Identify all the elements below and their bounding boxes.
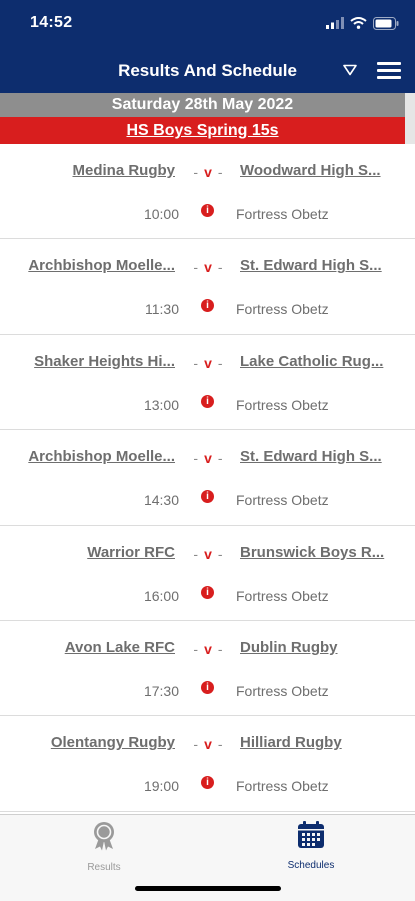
match-row: Archbishop Moelle... -v- St. Edward High… bbox=[0, 430, 415, 526]
kickoff-time: 13:00 bbox=[143, 396, 179, 413]
kickoff-time: 17:30 bbox=[143, 682, 179, 699]
venue-label: Fortress Obetz bbox=[236, 682, 329, 699]
filter-icon[interactable] bbox=[343, 64, 357, 76]
vs-letter: v bbox=[204, 450, 212, 467]
vs-dash-left: - bbox=[193, 450, 199, 467]
vs-dash-right: - bbox=[217, 450, 223, 467]
info-icon[interactable]: i bbox=[201, 776, 214, 790]
vs-dash-left: - bbox=[193, 640, 199, 657]
tab-results-label: Results bbox=[87, 862, 121, 873]
kickoff-time: 10:00 bbox=[143, 206, 179, 222]
venue-label: Fortress Obetz bbox=[236, 396, 329, 413]
hamburger-menu-icon[interactable] bbox=[377, 62, 403, 80]
vs-dash-right: - bbox=[217, 736, 223, 753]
vs-letter: v bbox=[204, 354, 212, 371]
vs-letter: v bbox=[204, 545, 212, 562]
versus-label: -v- bbox=[186, 546, 230, 562]
match-row: Shaker Heights Hi... -v- Lake Catholic R… bbox=[0, 335, 415, 431]
vs-dash-right: - bbox=[217, 545, 223, 562]
home-team-link[interactable]: Warrior RFC bbox=[5, 544, 175, 561]
match-row: Olentangy Rugby -v- Hilliard Rugby 19:00… bbox=[0, 716, 415, 812]
info-icon[interactable]: i bbox=[201, 204, 214, 217]
kickoff-time: 11:30 bbox=[145, 301, 179, 318]
match-row: Medina Rugby -v- Woodward High S... 10:0… bbox=[0, 144, 415, 240]
vs-dash-left: - bbox=[193, 164, 199, 180]
match-row: Warrior RFC -v- Brunswick Boys R... 16:0… bbox=[0, 526, 415, 621]
home-team-link[interactable]: Shaker Heights Hi... bbox=[5, 353, 175, 370]
award-ribbon-icon bbox=[94, 822, 114, 851]
vs-letter: v bbox=[204, 640, 212, 657]
versus-label: -v- bbox=[186, 259, 230, 275]
vs-dash-right: - bbox=[217, 259, 223, 276]
wifi-icon bbox=[350, 17, 367, 29]
home-team-link[interactable]: Olentangy Rugby bbox=[5, 734, 175, 751]
venue-label: Fortress Obetz bbox=[236, 778, 329, 795]
kickoff-time: 16:00 bbox=[143, 587, 179, 604]
match-row: Avon Lake RFC -v- Dublin Rugby 17:30 i F… bbox=[0, 621, 415, 717]
top-app-bar: 14:52 Results And Schedule bbox=[0, 0, 415, 93]
versus-label: -v- bbox=[186, 355, 230, 371]
vs-dash-right: - bbox=[217, 354, 223, 371]
tab-results[interactable]: Results bbox=[44, 821, 164, 873]
vs-dash-left: - bbox=[193, 354, 199, 371]
away-team-link[interactable]: St. Edward High S... bbox=[240, 257, 398, 274]
home-team-link[interactable]: Archbishop Moelle... bbox=[5, 257, 175, 274]
versus-label: -v- bbox=[186, 641, 230, 657]
vs-letter: v bbox=[204, 736, 212, 753]
status-icons bbox=[326, 16, 399, 30]
status-time: 14:52 bbox=[30, 14, 73, 31]
vs-letter: v bbox=[204, 259, 212, 276]
home-team-link[interactable]: Medina Rugby bbox=[5, 162, 175, 179]
tab-schedules[interactable]: Schedules bbox=[251, 821, 371, 871]
away-team-link[interactable]: St. Edward High S... bbox=[240, 448, 398, 465]
battery-icon bbox=[373, 16, 399, 30]
vs-dash-right: - bbox=[217, 640, 223, 657]
kickoff-time: 19:00 bbox=[143, 778, 179, 795]
vs-dash-left: - bbox=[193, 736, 199, 753]
venue-label: Fortress Obetz bbox=[236, 301, 329, 318]
tab-schedules-label: Schedules bbox=[287, 860, 335, 871]
date-header: Saturday 28th May 2022 bbox=[0, 93, 405, 117]
away-team-link[interactable]: Brunswick Boys R... bbox=[240, 544, 398, 561]
info-icon[interactable]: i bbox=[201, 680, 214, 694]
versus-label: -v- bbox=[186, 450, 230, 466]
competition-header[interactable]: HS Boys Spring 15s bbox=[0, 117, 405, 144]
match-row: Archbishop Moelle... -v- St. Edward High… bbox=[0, 239, 415, 335]
scrollbar[interactable] bbox=[405, 93, 415, 144]
venue-label: Fortress Obetz bbox=[236, 492, 329, 509]
info-icon[interactable]: i bbox=[201, 394, 214, 408]
versus-label: -v- bbox=[186, 164, 230, 180]
venue-label: Fortress Obetz bbox=[236, 587, 329, 604]
venue-label: Fortress Obetz bbox=[236, 206, 329, 222]
away-team-link[interactable]: Hilliard Rugby bbox=[240, 734, 398, 751]
vs-dash-left: - bbox=[193, 259, 199, 276]
home-team-link[interactable]: Archbishop Moelle... bbox=[5, 448, 175, 465]
vs-letter: v bbox=[204, 164, 212, 180]
away-team-link[interactable]: Woodward High S... bbox=[240, 162, 398, 179]
vs-dash-right: - bbox=[217, 164, 223, 180]
home-team-link[interactable]: Avon Lake RFC bbox=[5, 639, 175, 656]
kickoff-time: 14:30 bbox=[143, 492, 179, 509]
info-icon[interactable]: i bbox=[201, 299, 214, 313]
away-team-link[interactable]: Lake Catholic Rug... bbox=[240, 353, 398, 370]
versus-label: -v- bbox=[186, 736, 230, 752]
home-indicator[interactable] bbox=[135, 886, 281, 891]
info-icon[interactable]: i bbox=[201, 585, 214, 599]
vs-dash-left: - bbox=[193, 545, 199, 562]
signal-icon bbox=[326, 17, 344, 29]
away-team-link[interactable]: Dublin Rugby bbox=[240, 639, 398, 656]
calendar-icon bbox=[298, 821, 324, 848]
match-list: Medina Rugby -v- Woodward High S... 10:0… bbox=[0, 144, 415, 812]
info-icon[interactable]: i bbox=[201, 490, 214, 504]
